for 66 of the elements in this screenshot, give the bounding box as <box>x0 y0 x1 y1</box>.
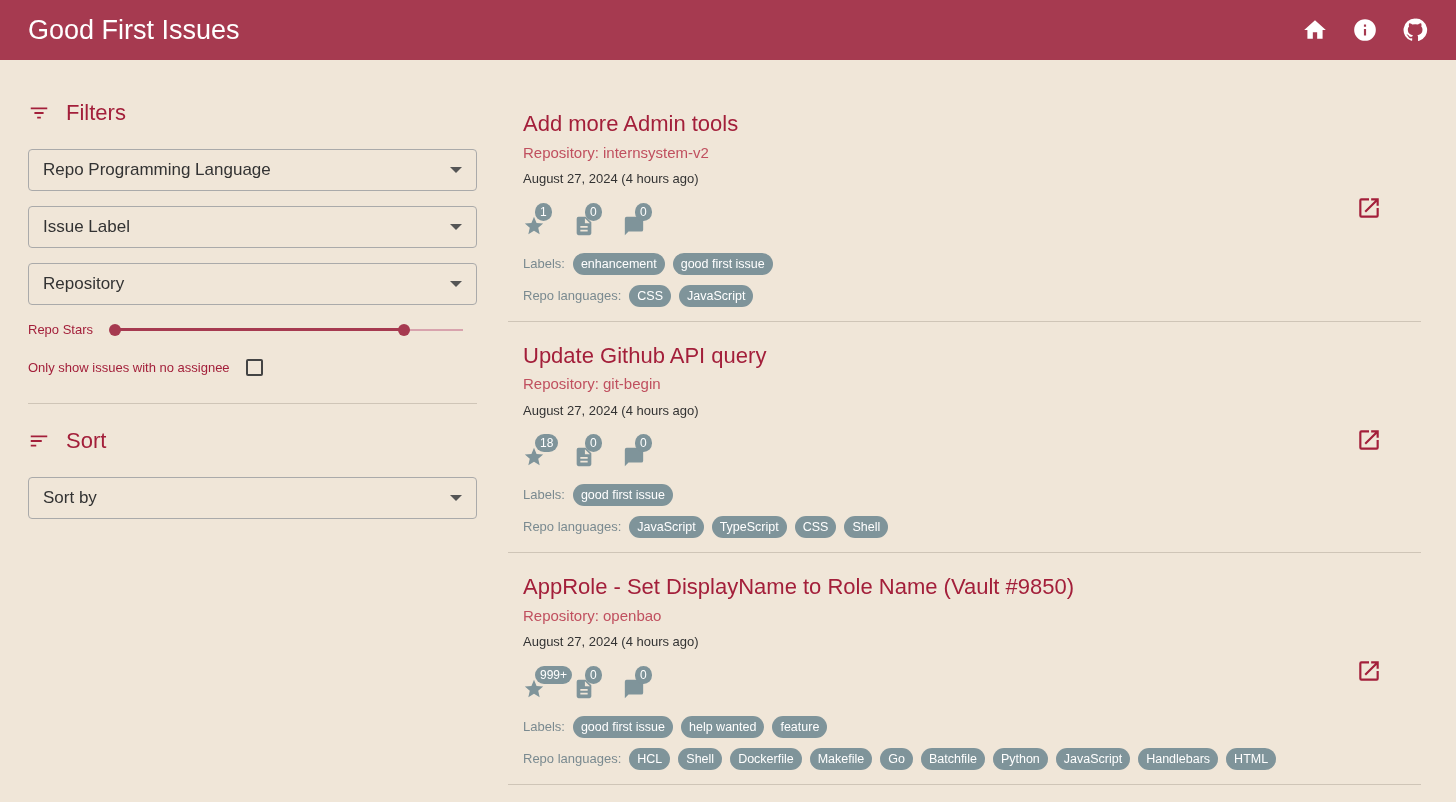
checkbox[interactable] <box>245 358 263 376</box>
comment-icon <box>623 214 645 237</box>
field-caption: Labels: <box>523 486 565 505</box>
issue-date: August 27, 2024 (4 hours ago) <box>523 633 700 652</box>
field-caption: Repo languages: <box>523 518 622 537</box>
caret-icon <box>450 224 462 230</box>
tag-chip: Makefile <box>809 747 873 770</box>
tag-chip: JavaScript <box>1055 747 1131 770</box>
caret-icon <box>450 167 462 173</box>
count-badge: 999+ <box>535 665 573 684</box>
issue-title[interactable]: AppRole - Set DisplayName to Role Name (Vault #9850) <box>523 573 1356 602</box>
tag-chip: Shell <box>844 516 889 539</box>
caret-icon <box>450 281 462 287</box>
tag-chip: good first issue <box>572 484 673 507</box>
tag-chip: CSS <box>629 284 671 307</box>
octocat-icon[interactable] <box>1402 17 1428 43</box>
tag-chip: enhancement <box>572 252 665 275</box>
tag-chip: Handlebars <box>1138 747 1219 770</box>
count-badge: 0 <box>635 665 652 684</box>
slider-thumb[interactable] <box>397 323 410 336</box>
dropdown-field[interactable]: Repository <box>28 263 477 305</box>
issue-title[interactable]: Update Github API query <box>523 341 1356 371</box>
tag-chip: JavaScript <box>629 516 704 539</box>
count-badge: 0 <box>585 434 602 453</box>
tag-chip: CSS <box>794 516 837 539</box>
slider-thumb[interactable] <box>109 323 122 336</box>
tag-chip: Shell <box>678 747 723 770</box>
caret-icon <box>450 495 462 501</box>
repository-name: Repository: git-begin <box>523 374 662 395</box>
section-title: Sort <box>66 427 107 455</box>
field-caption: Repo languages: <box>523 750 622 769</box>
count-badge: 0 <box>585 202 602 221</box>
app-title: Good First Issues <box>28 13 241 47</box>
tag-chip: TypeScript <box>711 516 787 539</box>
tag-chip: HCL <box>629 747 671 770</box>
tag-chip: Go <box>880 747 913 770</box>
tag-chip: good first issue <box>572 715 673 738</box>
tag-chip: Batchfile <box>920 747 985 770</box>
issue-date: August 27, 2024 (4 hours ago) <box>523 170 700 189</box>
tag-chip: good first issue <box>672 252 773 275</box>
field-caption: Labels: <box>523 254 565 273</box>
field-caption: Labels: <box>523 718 565 737</box>
info-icon[interactable] <box>1352 17 1378 43</box>
tag-chip: help wanted <box>681 715 765 738</box>
repository-name: Repository: internsystem-v2 <box>523 142 710 163</box>
section-title: Filters <box>66 99 126 127</box>
checkbox-label: Only show issues with no assignee <box>28 358 230 377</box>
dropdown-field[interactable]: Repo Programming Language <box>28 149 477 191</box>
repository-name: Repository: openbao <box>523 605 663 626</box>
count-badge: 18 <box>535 434 559 453</box>
tag-chip: JavaScript <box>679 284 754 307</box>
tag-chip: Dockerfile <box>730 747 802 770</box>
tag-chip: feature <box>772 715 828 738</box>
count-badge: 0 <box>585 665 602 684</box>
dropdown-field[interactable]: Issue Label <box>28 206 477 248</box>
tag-chip: HTML <box>1226 747 1277 770</box>
count-badge: 1 <box>535 202 552 221</box>
slider-label: Repo Stars <box>28 321 94 339</box>
issue-date: August 27, 2024 (4 hours ago) <box>523 401 700 420</box>
field-caption: Repo languages: <box>523 286 622 305</box>
issue-title[interactable]: Add more Admin tools <box>523 110 1356 139</box>
sort-dropdown[interactable]: Sort by <box>28 477 477 519</box>
tag-chip: Python <box>992 747 1048 770</box>
count-badge: 0 <box>635 434 652 453</box>
count-badge: 0 <box>635 202 652 221</box>
comment-icon <box>623 677 645 700</box>
